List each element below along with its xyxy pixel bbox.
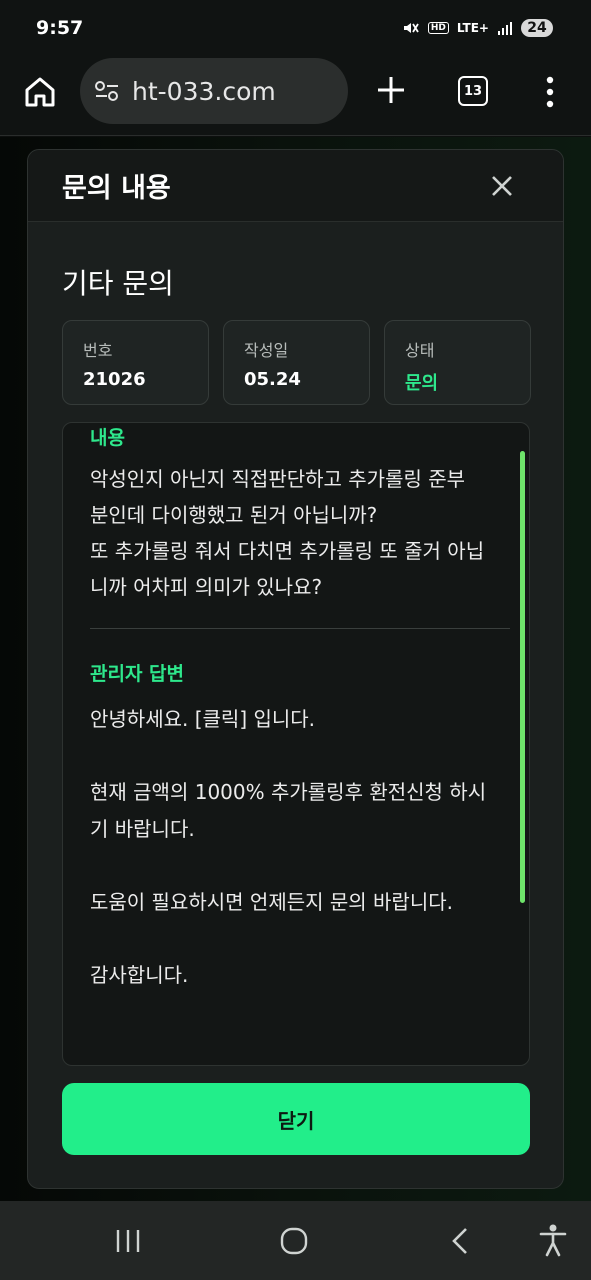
info-card-number: 번호 21026 <box>62 320 209 405</box>
info-cards: 번호 21026 작성일 05.24 상태 문의 <box>62 320 531 405</box>
info-card-date: 작성일 05.24 <box>223 320 370 405</box>
status-bar: 9:57 HD LTE+ 24 <box>0 0 591 56</box>
status-badge: 문의 <box>405 373 439 394</box>
signal-icon <box>498 22 512 35</box>
new-tab-icon[interactable] <box>374 73 408 107</box>
back-icon[interactable] <box>448 1226 472 1256</box>
site-settings-icon[interactable] <box>94 80 120 102</box>
tab-switcher-button[interactable]: 13 <box>458 76 488 106</box>
close-icon[interactable] <box>489 173 515 199</box>
status-icons: HD LTE+ 24 <box>402 19 553 37</box>
info-value: 21026 <box>83 369 146 390</box>
modal-header: 문의 내용 <box>28 150 563 222</box>
content-label: 내용 <box>90 427 125 449</box>
info-label: 작성일 <box>244 341 289 360</box>
home-icon[interactable] <box>22 74 58 110</box>
recent-apps-icon[interactable] <box>114 1228 142 1254</box>
accessibility-icon[interactable] <box>538 1223 568 1257</box>
answer-label: 관리자 답변 <box>90 663 185 685</box>
system-nav-bar <box>0 1201 591 1280</box>
url-text: ht-033.com <box>132 76 276 106</box>
more-options-icon[interactable] <box>540 74 560 110</box>
address-bar[interactable]: ht-033.com <box>80 58 348 124</box>
info-value: 05.24 <box>244 369 301 390</box>
home-nav-icon[interactable] <box>279 1226 309 1256</box>
answer-text: 안녕하세요. [클릭] 입니다. 현재 금액의 1000% 추가롤링후 환전신청… <box>90 707 487 987</box>
content-text: 악성인지 아닌지 직접판단하고 추가롤링 준부 분인데 다이행했고 된거 아닙니… <box>90 467 485 599</box>
modal-title: 문의 내용 <box>62 173 171 204</box>
scrollbar[interactable] <box>520 451 525 903</box>
status-time: 9:57 <box>36 17 84 39</box>
inquiry-modal: 문의 내용 기타 문의 번호 21026 작성일 05.24 상태 문의 내용 … <box>27 149 564 1189</box>
hd-voice-icon: HD <box>427 22 449 34</box>
info-label: 상태 <box>405 341 435 360</box>
divider <box>90 628 510 629</box>
mute-icon <box>403 23 419 33</box>
info-label: 번호 <box>83 341 113 360</box>
browser-toolbar: ht-033.com 13 <box>0 56 591 136</box>
content-scroll-area[interactable]: 내용 악성인지 아닌지 직접판단하고 추가롤링 준부 분인데 다이행했고 된거 … <box>62 422 530 1066</box>
close-button[interactable]: 닫기 <box>62 1083 530 1155</box>
battery-indicator: 24 <box>521 19 553 37</box>
info-card-status: 상태 문의 <box>384 320 531 405</box>
network-type: LTE+ <box>456 21 489 35</box>
inquiry-title: 기타 문의 <box>62 267 174 300</box>
